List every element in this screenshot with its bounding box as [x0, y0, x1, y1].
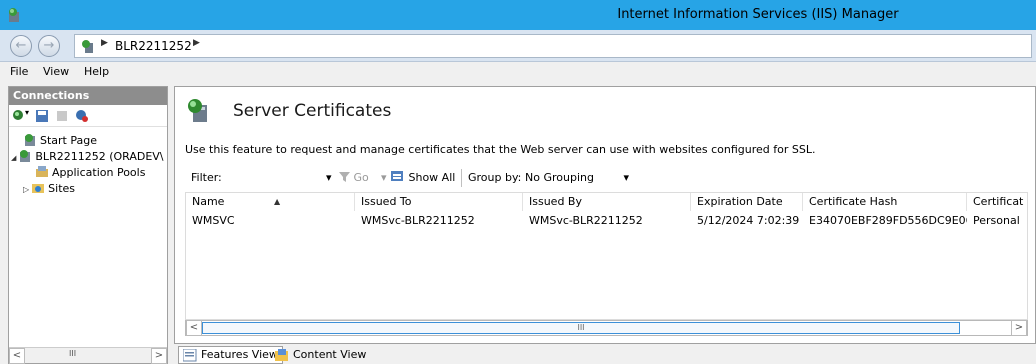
features-view-icon	[183, 349, 197, 362]
go-label: Go	[353, 171, 369, 184]
column-label: Name	[192, 195, 225, 208]
save-icon[interactable]	[35, 109, 49, 123]
menu-file[interactable]: File	[10, 65, 28, 78]
server-certificates-page: Server Certificates Use this feature to …	[174, 86, 1036, 344]
server-certificates-icon	[188, 99, 207, 122]
tab-label: Content View	[293, 348, 367, 361]
show-all-label: Show All	[408, 171, 456, 184]
filter-bar: Filter: ▾ Go ▾ Show All Group by: No Gro…	[185, 167, 1025, 189]
tree-expander-icon[interactable]: ▷	[23, 185, 29, 194]
column-header-expiration-date[interactable]: Expiration Date	[691, 193, 803, 211]
group-by-select[interactable]: No Grouping ▾	[525, 171, 629, 184]
column-header-certificate-store[interactable]: Certificat	[967, 193, 1027, 211]
title-bar: Internet Information Services (IIS) Mana…	[0, 0, 1036, 30]
column-header-issued-by[interactable]: Issued By	[523, 193, 691, 211]
cell-name[interactable]: WMSVC	[186, 213, 355, 229]
tab-label: Features View	[201, 348, 278, 361]
sites-folder-icon	[32, 184, 45, 193]
menu-help[interactable]: Help	[84, 65, 109, 78]
menu-view[interactable]: View	[43, 65, 69, 78]
tree-expander-icon[interactable]: ◢	[11, 154, 16, 162]
up-level-icon[interactable]	[55, 109, 69, 123]
group-by-label: Group by:	[468, 171, 522, 184]
tab-content-view[interactable]: Content View	[270, 346, 371, 364]
certificates-table: Name ▲ Issued To Issued By Expiration Da…	[185, 192, 1028, 320]
breadcrumb-separator[interactable]: ▶	[193, 38, 200, 48]
server-icon	[20, 150, 31, 162]
tree-item-server[interactable]: ◢ BLR2211252 (ORADEV\	[11, 149, 164, 165]
group-by-value: No Grouping	[525, 171, 594, 184]
window-title: Internet Information Services (IIS) Mana…	[617, 7, 899, 22]
funnel-icon	[339, 172, 350, 182]
connections-toolbar: ▾	[9, 105, 167, 127]
chevron-down-icon[interactable]: ▾	[25, 108, 29, 117]
content-view-icon	[275, 349, 288, 361]
app-pools-icon	[36, 166, 48, 177]
cell-certificate-hash[interactable]: E34070EBF289FD556DC9E060B...	[803, 213, 967, 229]
back-arrow-icon[interactable]: ←	[10, 35, 32, 57]
tree-item-label: Application Pools	[52, 166, 146, 179]
scroll-left-button[interactable]: <	[9, 348, 25, 364]
delete-connection-icon[interactable]	[75, 109, 89, 123]
tree-item-label: BLR2211252 (ORADEV\	[35, 150, 164, 163]
connections-tree: Start Page ◢ BLR2211252 (ORADEV\ Applica…	[9, 127, 167, 337]
cell-issued-by[interactable]: WMSvc-BLR2211252	[523, 213, 691, 229]
breadcrumb-server[interactable]: BLR2211252	[115, 39, 192, 53]
scroll-right-button[interactable]: >	[1011, 320, 1027, 336]
chevron-down-icon: ▾	[623, 171, 629, 184]
server-icon	[82, 40, 93, 53]
tree-item-application-pools[interactable]: Application Pools	[35, 165, 145, 181]
go-button[interactable]: Go	[339, 171, 369, 184]
start-page-icon	[25, 134, 35, 146]
cell-issued-to[interactable]: WMSvc-BLR2211252	[355, 213, 523, 229]
connections-panel: Connections ▾ Start Page ◢ BLR2211252 (O…	[8, 86, 168, 364]
filter-dropdown-icon[interactable]: ▾	[326, 171, 332, 184]
go-dropdown-icon[interactable]: ▾	[381, 171, 387, 184]
tree-item-label: Sites	[48, 182, 76, 195]
sort-ascending-icon: ▲	[274, 197, 281, 206]
column-header-issued-to[interactable]: Issued To	[355, 193, 523, 211]
column-header-certificate-hash[interactable]: Certificate Hash	[803, 193, 967, 211]
filter-input[interactable]	[225, 171, 325, 187]
connect-icon[interactable]	[12, 109, 26, 123]
page-description: Use this feature to request and manage c…	[185, 143, 816, 156]
address-bar[interactable]: ▶ BLR2211252 ▶	[74, 34, 1032, 58]
scroll-thumb[interactable]: III	[202, 322, 960, 334]
cell-certificate-store[interactable]: Personal	[967, 213, 1027, 229]
cell-expiration-date[interactable]: 5/12/2024 7:02:39 ...	[691, 213, 803, 229]
table-horizontal-scrollbar[interactable]: < III >	[185, 320, 1028, 336]
show-all-button[interactable]: Show All	[391, 171, 455, 184]
scroll-left-button[interactable]: <	[186, 320, 202, 336]
show-all-icon	[391, 171, 403, 181]
column-header-name[interactable]: Name ▲	[186, 193, 355, 211]
page-title: Server Certificates	[233, 101, 392, 121]
tree-item-sites[interactable]: ▷ Sites	[23, 181, 75, 197]
forward-arrow-icon[interactable]: →	[38, 35, 60, 57]
tab-features-view[interactable]: Features View	[178, 346, 283, 364]
menu-bar: File View Help	[0, 62, 1036, 82]
scroll-right-button[interactable]: >	[151, 348, 167, 364]
tree-item-start-page[interactable]: Start Page	[23, 133, 97, 149]
toolbar-divider	[461, 169, 462, 187]
connections-horizontal-scrollbar[interactable]: < III >	[9, 347, 167, 364]
connections-header: Connections	[9, 87, 167, 105]
view-switcher: Features View Content View	[174, 344, 1036, 364]
navigation-bar: ← → ▶ BLR2211252 ▶	[0, 30, 1036, 62]
tree-item-label: Start Page	[40, 134, 97, 147]
breadcrumb-separator: ▶	[101, 38, 108, 48]
filter-label: Filter:	[191, 171, 222, 184]
scroll-thumb[interactable]: III	[69, 349, 76, 358]
